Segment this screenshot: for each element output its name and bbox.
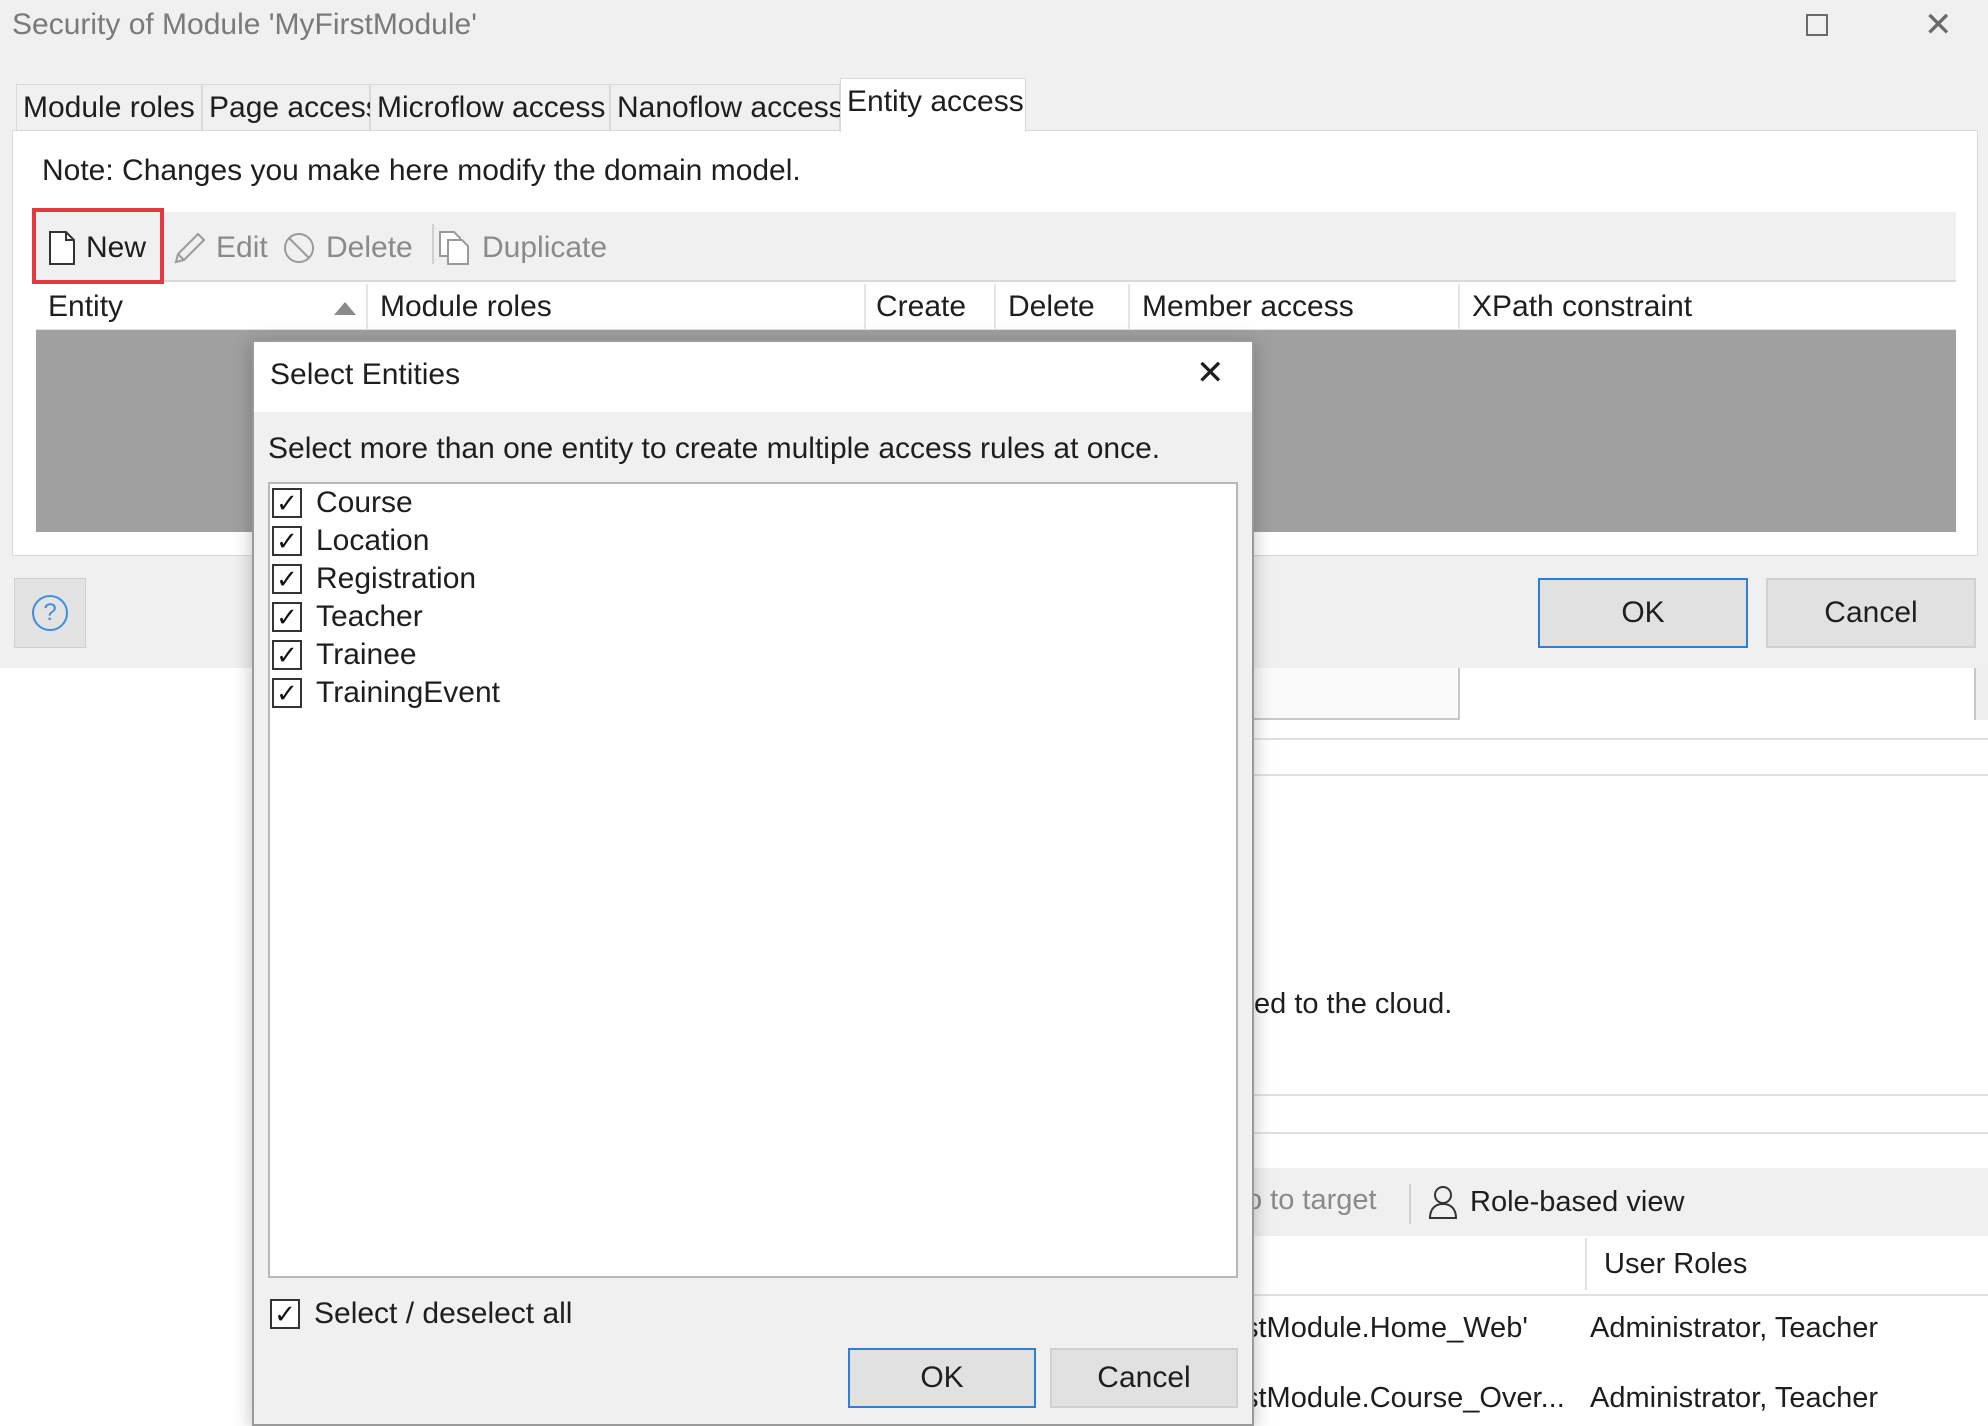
tab-entity-access[interactable]: Entity access — [840, 78, 1026, 132]
duplicate-button-label: Duplicate — [482, 231, 608, 264]
delete-button-label: Delete — [326, 231, 413, 264]
cancel-button[interactable]: Cancel — [1766, 578, 1976, 648]
goto-target-button[interactable]: o to target — [1246, 1184, 1377, 1217]
domain-model-note: Note: Changes you make here modify the d… — [42, 154, 801, 187]
tab-microflow-access[interactable]: Microflow access — [370, 84, 610, 130]
list-item[interactable]: ✓ Teacher — [272, 598, 423, 636]
highlight-box — [32, 208, 164, 284]
background-divider — [1240, 1094, 1988, 1096]
maximize-icon[interactable] — [1806, 14, 1828, 36]
column-header-delete[interactable]: Delete — [1008, 290, 1095, 324]
column-separator[interactable] — [1458, 284, 1460, 330]
window-title: Security of Module 'MyFirstModule' — [12, 8, 477, 41]
column-separator — [1585, 1238, 1587, 1290]
tab-page-access[interactable]: Page access — [202, 84, 381, 130]
checkbox[interactable]: ✓ — [272, 678, 302, 708]
background-divider — [1240, 1294, 1988, 1296]
entity-name: Teacher — [316, 600, 423, 633]
duplicate-icon — [439, 231, 469, 265]
list-item[interactable]: ✓ TrainingEvent — [272, 674, 500, 712]
background-divider — [1240, 1132, 1988, 1134]
column-separator[interactable] — [864, 284, 866, 330]
background-input[interactable] — [1240, 668, 1460, 720]
select-all-toggle[interactable]: ✓ Select / deselect all — [270, 1294, 572, 1334]
column-header-create[interactable]: Create — [876, 290, 966, 324]
checkbox[interactable]: ✓ — [272, 488, 302, 518]
help-icon: ? — [32, 595, 68, 631]
checkbox[interactable]: ✓ — [272, 602, 302, 632]
table-row-roles: Administrator, Teacher — [1590, 1312, 1878, 1344]
table-row-page[interactable]: stModule.Home_Web' — [1244, 1312, 1528, 1345]
ok-button[interactable]: OK — [1538, 578, 1748, 648]
help-button[interactable]: ? — [14, 578, 86, 648]
prohibited-icon — [284, 233, 314, 263]
dialog-title: Select Entities — [270, 358, 461, 391]
column-separator[interactable] — [994, 284, 996, 330]
dialog-close-icon[interactable]: ✕ — [1196, 356, 1225, 390]
table-row-page[interactable]: stModule.Course_Over... — [1244, 1382, 1565, 1415]
delete-button[interactable]: Delete — [282, 226, 413, 270]
column-header-member-access[interactable]: Member access — [1142, 290, 1354, 324]
entity-name: Trainee — [316, 638, 417, 671]
entity-name: Registration — [316, 562, 477, 595]
checkbox[interactable]: ✓ — [272, 526, 302, 556]
role-based-view-label: Role-based view — [1470, 1185, 1685, 1218]
background-button-edge[interactable] — [1974, 668, 1988, 720]
edit-button[interactable]: Edit — [172, 226, 268, 270]
tab-module-roles[interactable]: Module roles — [16, 84, 202, 130]
user-roles-header: User Roles — [1604, 1248, 1748, 1280]
list-item[interactable]: ✓ Course — [272, 484, 413, 522]
background-divider — [1240, 738, 1988, 740]
entity-name: Location — [316, 524, 430, 557]
entity-name: Course — [316, 486, 413, 519]
dialog-ok-button[interactable]: OK — [848, 1348, 1036, 1408]
list-item[interactable]: ✓ Location — [272, 522, 429, 560]
column-header-xpath-constraint[interactable]: XPath constraint — [1472, 290, 1692, 324]
column-separator[interactable] — [366, 284, 368, 330]
pencil-icon — [174, 232, 206, 264]
list-item[interactable]: ✓ Registration — [272, 560, 476, 598]
checkbox[interactable]: ✓ — [272, 640, 302, 670]
column-separator[interactable] — [1128, 284, 1130, 330]
column-header-entity[interactable]: Entity — [48, 290, 123, 324]
list-item[interactable]: ✓ Trainee — [272, 636, 417, 674]
close-icon[interactable]: ✕ — [1924, 8, 1953, 42]
dialog-instruction: Select more than one entity to create mu… — [268, 432, 1161, 465]
background-cloud-text: ed to the cloud. — [1254, 988, 1453, 1020]
role-based-view-button[interactable]: Role-based view — [1428, 1184, 1684, 1220]
duplicate-button[interactable]: Duplicate — [438, 226, 607, 270]
background-divider — [1240, 774, 1988, 776]
table-row-roles: Administrator, Teacher — [1590, 1382, 1878, 1414]
select-all-checkbox[interactable]: ✓ — [270, 1299, 300, 1329]
sort-ascending-icon — [334, 302, 356, 315]
edit-button-label: Edit — [216, 231, 268, 264]
entity-name: TrainingEvent — [316, 676, 500, 709]
user-icon — [1428, 1186, 1458, 1219]
dialog-cancel-button[interactable]: Cancel — [1050, 1348, 1238, 1408]
checkbox[interactable]: ✓ — [272, 564, 302, 594]
toolbar-separator — [432, 224, 434, 264]
tab-nanoflow-access[interactable]: Nanoflow access — [610, 84, 844, 130]
column-header-module-roles[interactable]: Module roles — [380, 290, 552, 324]
select-all-label: Select / deselect all — [314, 1297, 573, 1330]
toolbar-separator — [1409, 1184, 1411, 1224]
